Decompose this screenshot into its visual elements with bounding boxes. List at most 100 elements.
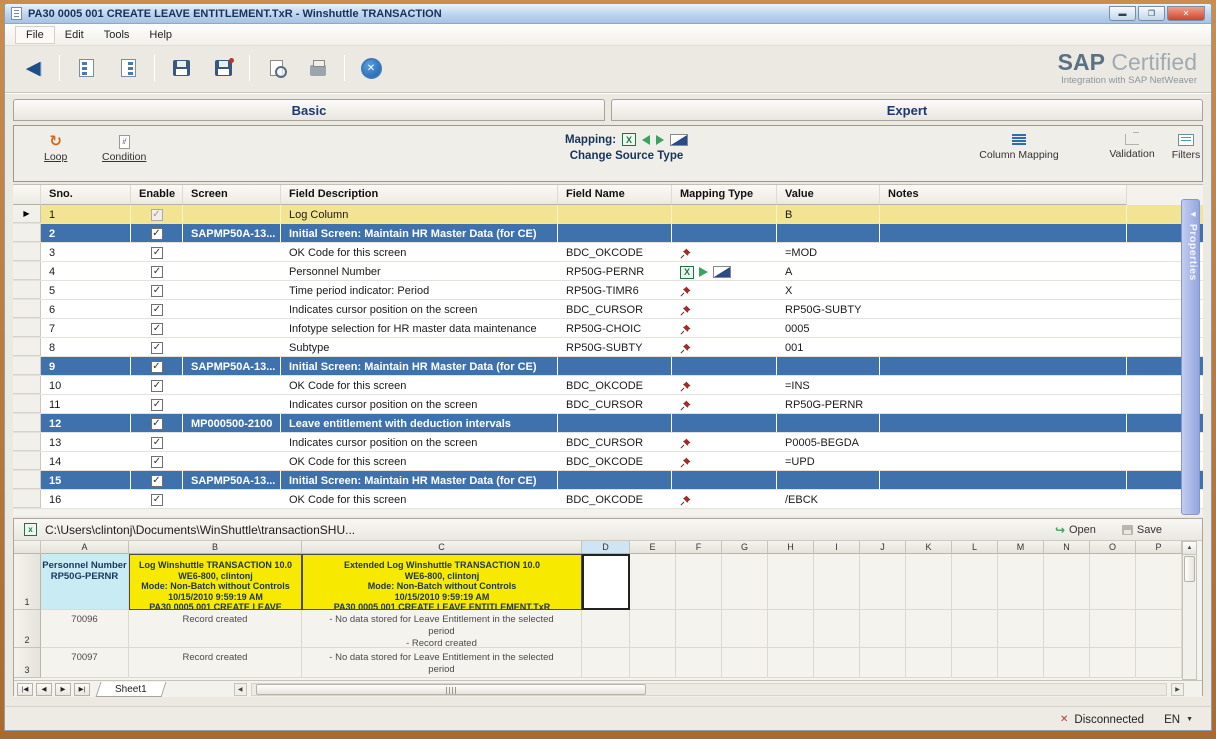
sheet-cell[interactable] [952, 648, 998, 678]
row-selector[interactable] [13, 300, 41, 318]
enable-checkbox[interactable]: ✓ [151, 399, 163, 411]
grid-row[interactable]: 12✓MP000500-2100Leave entitlement with d… [13, 414, 1203, 433]
grid-column-header[interactable]: Notes [880, 185, 1127, 205]
sheet-column-header[interactable]: G [722, 541, 768, 554]
row-selector[interactable] [13, 452, 41, 470]
sheet-row-header[interactable]: 1 [14, 554, 41, 610]
sheet-cell[interactable]: Extended Log Winshuttle TRANSACTION 10.0… [302, 554, 582, 610]
sheet-tab[interactable]: Sheet1 [96, 682, 167, 697]
scroll-up-icon[interactable]: ▲ [1183, 542, 1196, 555]
preview-button[interactable] [260, 52, 292, 84]
enable-checkbox[interactable]: ✓ [151, 304, 163, 316]
sheet-cell[interactable] [906, 610, 952, 648]
enable-checkbox[interactable]: ✓ [151, 209, 163, 221]
sheet-cell[interactable] [952, 554, 998, 610]
publish-button[interactable] [302, 52, 334, 84]
enable-checkbox[interactable]: ✓ [151, 418, 163, 430]
close-button[interactable]: ✕ [1167, 6, 1205, 21]
row-selector[interactable] [13, 243, 41, 261]
validation-button[interactable]: Validation [1100, 134, 1164, 160]
sheet-column-header[interactable]: I [814, 541, 860, 554]
sheet-cell[interactable] [998, 554, 1044, 610]
sheet-cell[interactable] [630, 554, 676, 610]
sheet-cell[interactable] [722, 610, 768, 648]
grid-row[interactable]: 11✓Indicates cursor position on the scre… [13, 395, 1203, 414]
sheet-cell[interactable] [998, 648, 1044, 678]
filters-button[interactable]: Filters [1166, 134, 1206, 161]
sheet-column-header[interactable]: L [952, 541, 998, 554]
row-selector[interactable] [13, 281, 41, 299]
sheet-cell[interactable] [860, 648, 906, 678]
sheet-cell[interactable] [722, 554, 768, 610]
panel-view-alt-button[interactable] [112, 52, 144, 84]
back-button[interactable]: ◀ [17, 52, 49, 84]
enable-checkbox[interactable]: ✓ [151, 323, 163, 335]
sheet-cell[interactable] [768, 554, 814, 610]
grid-row[interactable]: 4✓Personnel NumberRP50G-PERNRA [13, 262, 1203, 281]
row-selector[interactable] [13, 319, 41, 337]
sheet-cell[interactable] [1090, 648, 1136, 678]
grid-row[interactable]: 16✓OK Code for this screenBDC_OKCODE/EBC… [13, 490, 1203, 509]
sheet-cell[interactable]: 70096 [41, 610, 129, 648]
sheet-column-header[interactable]: D [582, 541, 630, 554]
row-selector[interactable] [13, 471, 41, 489]
sheet-cell[interactable] [676, 554, 722, 610]
sheet-corner-cell[interactable] [14, 541, 41, 554]
grid-column-header[interactable]: Enable [131, 185, 183, 205]
enable-checkbox[interactable]: ✓ [151, 266, 163, 278]
language-caret-icon[interactable]: ▼ [1186, 716, 1193, 723]
sheet-row-header[interactable]: 2 [14, 610, 41, 648]
row-selector[interactable] [13, 433, 41, 451]
next-sheet-button[interactable]: ▶ [55, 683, 71, 696]
prev-sheet-button[interactable]: ◀ [36, 683, 52, 696]
sheet-cell[interactable]: Record created [129, 610, 302, 648]
panel-view-button[interactable] [70, 52, 102, 84]
grid-row[interactable]: 6✓Indicates cursor position on the scree… [13, 300, 1203, 319]
menu-help[interactable]: Help [139, 27, 182, 43]
grid-column-header[interactable]: Mapping Type [672, 185, 777, 205]
enable-checkbox[interactable]: ✓ [151, 475, 163, 487]
sheet-column-header[interactable]: M [998, 541, 1044, 554]
sheet-cell[interactable] [998, 610, 1044, 648]
sheet-cell[interactable] [860, 610, 906, 648]
sheet-cell[interactable] [1044, 648, 1090, 678]
map-left-arrow-icon[interactable] [642, 135, 650, 145]
sheet-cell[interactable] [582, 610, 630, 648]
sheet-cell[interactable]: Log Winshuttle TRANSACTION 10.0 WE6-800,… [129, 554, 302, 610]
enable-checkbox[interactable]: ✓ [151, 228, 163, 240]
sheet-column-header[interactable]: B [129, 541, 302, 554]
sheet-cell[interactable] [860, 554, 906, 610]
fixed-value-icon[interactable] [670, 134, 688, 146]
menu-edit[interactable]: Edit [55, 27, 94, 43]
enable-checkbox[interactable]: ✓ [151, 342, 163, 354]
sheet-column-header[interactable]: E [630, 541, 676, 554]
sheet-cell[interactable] [722, 648, 768, 678]
sheet-cell[interactable] [630, 648, 676, 678]
sheet-cell[interactable] [814, 648, 860, 678]
sheet-cell[interactable] [1044, 554, 1090, 610]
sheet-cell[interactable] [582, 648, 630, 678]
enable-checkbox[interactable]: ✓ [151, 437, 163, 449]
save-as-button[interactable] [207, 52, 239, 84]
sheet-horizontal-scrollbar[interactable] [251, 683, 1167, 696]
sheet-cell[interactable] [1136, 610, 1182, 648]
enable-checkbox[interactable]: ✓ [151, 456, 163, 468]
tab-basic[interactable]: Basic [13, 99, 605, 121]
grid-column-header[interactable]: Value [777, 185, 880, 205]
grid-column-header[interactable]: Field Description [281, 185, 558, 205]
sheet-cell[interactable] [906, 554, 952, 610]
minimize-button[interactable]: ▬ [1109, 6, 1136, 21]
language-selector[interactable]: EN [1164, 714, 1180, 726]
sheet-cell[interactable]: - No data stored for Leave Entitlement i… [302, 610, 582, 648]
sheet-cell[interactable] [814, 610, 860, 648]
sheet-cell[interactable] [1136, 554, 1182, 610]
grid-row[interactable]: 13✓Indicates cursor position on the scre… [13, 433, 1203, 452]
loop-button[interactable]: ↻ Loop [44, 135, 67, 163]
sheet-cell[interactable] [1090, 610, 1136, 648]
grid-row[interactable]: 2✓SAPMP50A-13...Initial Screen: Maintain… [13, 224, 1203, 243]
sheet-cell[interactable]: - No data stored for Leave Entitlement i… [302, 648, 582, 678]
menu-file[interactable]: File [15, 26, 55, 44]
sheet-cell[interactable]: Record created [129, 648, 302, 678]
sheet-cell[interactable] [814, 554, 860, 610]
grid-row[interactable]: 14✓OK Code for this screenBDC_OKCODE=UPD [13, 452, 1203, 471]
